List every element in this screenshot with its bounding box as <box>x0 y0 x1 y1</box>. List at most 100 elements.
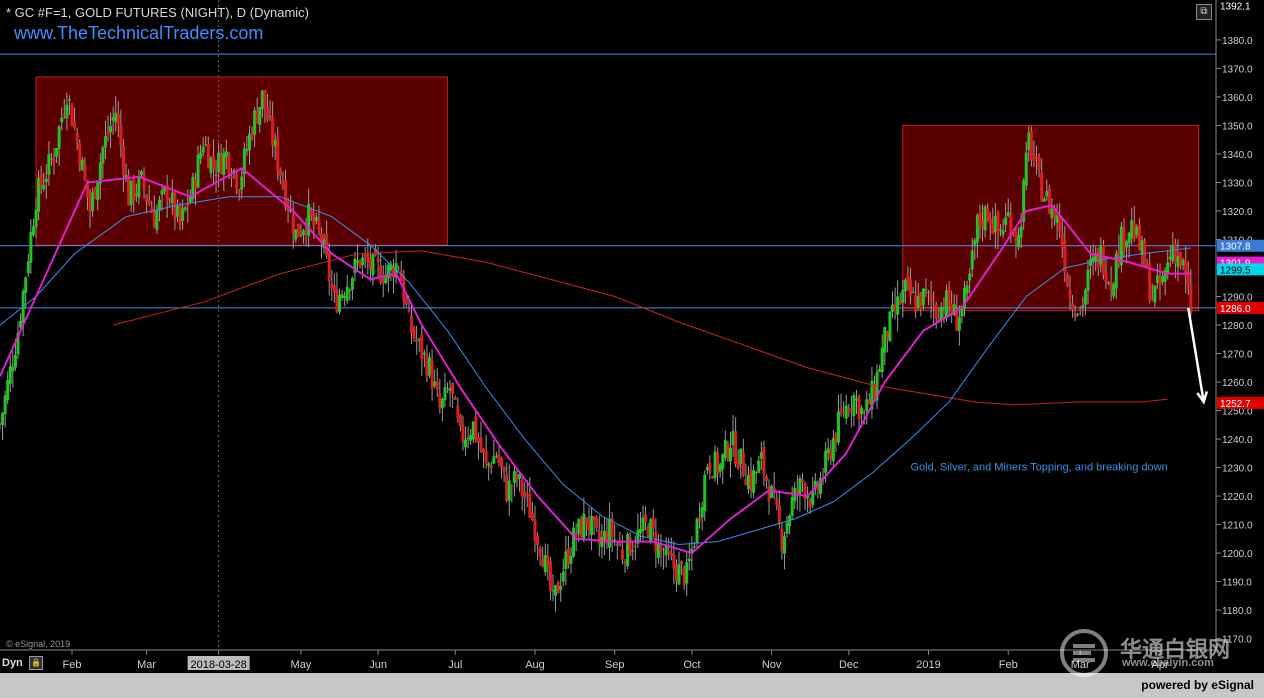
candle-body <box>1122 227 1126 250</box>
candle-body <box>934 304 938 319</box>
candle-body <box>896 296 900 315</box>
candle-body <box>304 229 308 234</box>
candle-body <box>754 472 758 474</box>
candle-body <box>1091 256 1095 262</box>
candle-body <box>466 437 470 440</box>
candle-body <box>348 289 352 291</box>
candle-body <box>680 561 684 565</box>
website-label[interactable]: www.TheTechnicalTraders.com <box>14 23 263 44</box>
candle-body <box>945 290 949 319</box>
candle-body <box>983 206 987 231</box>
candle-body <box>515 474 519 481</box>
candle-body <box>584 517 588 525</box>
restore-window-icon[interactable]: ⧉ <box>1196 4 1212 20</box>
candle-body <box>181 208 185 221</box>
candle-body <box>1019 226 1023 238</box>
candle-body <box>170 192 174 203</box>
x-tick-label: Mar <box>137 659 156 671</box>
candle-body <box>325 233 329 256</box>
y-tick-label: 1380.0 <box>1222 36 1253 47</box>
candle-body <box>397 267 401 269</box>
candle-body <box>193 178 197 189</box>
candle-body <box>608 518 612 548</box>
candle-body <box>759 452 763 459</box>
candle-body <box>543 554 547 573</box>
candle-body <box>96 182 100 201</box>
candle-body <box>211 155 215 171</box>
candle-body <box>592 516 596 521</box>
candle-body <box>103 136 107 148</box>
candle-body <box>91 192 95 211</box>
candle-body <box>1140 239 1144 256</box>
candle-body <box>49 158 53 160</box>
price-chart: Gold, Silver, and Miners Topping, and br… <box>0 0 1264 673</box>
candle-body <box>173 191 177 218</box>
candle-body <box>250 133 254 137</box>
candle-body <box>767 486 771 502</box>
candle-body <box>294 229 298 240</box>
candle-body <box>566 548 570 565</box>
candle-body <box>199 152 203 159</box>
candle-body <box>1137 225 1141 250</box>
candle-body <box>196 154 200 188</box>
lock-icon[interactable]: 🔒 <box>29 656 43 670</box>
candle-body <box>700 506 704 518</box>
candle-body <box>1071 303 1075 310</box>
candle-body <box>924 289 928 291</box>
candle-body <box>605 532 609 545</box>
candle-body <box>1104 272 1108 283</box>
candle-body <box>24 277 28 293</box>
candle-body <box>620 549 624 560</box>
candle-body <box>237 190 241 194</box>
candle-body <box>842 411 846 415</box>
candle-body <box>106 130 110 135</box>
candle-body <box>561 571 565 582</box>
candle-body <box>523 492 527 499</box>
candle-body <box>476 437 480 443</box>
candle-body <box>57 126 61 149</box>
candle-body <box>433 381 437 387</box>
candle-body <box>590 515 594 535</box>
candle-body <box>1168 256 1172 259</box>
candle-body <box>469 435 473 441</box>
candle-body <box>1027 132 1031 150</box>
candle-body <box>70 104 74 126</box>
candle-body <box>456 405 460 418</box>
candle-body <box>361 257 365 265</box>
candle-body <box>317 219 321 230</box>
price-label-5: 1252.7 <box>1220 399 1251 410</box>
candle-body <box>775 498 779 506</box>
candle-body <box>152 209 156 228</box>
candle-body <box>52 159 56 163</box>
candle-body <box>780 528 784 552</box>
candle-body <box>502 466 506 472</box>
candle-body <box>307 203 311 236</box>
candle-body <box>656 542 660 558</box>
candle-body <box>834 433 838 442</box>
candle-body <box>554 585 558 596</box>
candle-body <box>415 339 419 342</box>
candle-body <box>996 212 1000 234</box>
candle-body <box>667 550 671 554</box>
candle-body <box>296 223 300 237</box>
candle-body <box>1096 248 1100 268</box>
candle-body <box>73 121 77 128</box>
candle-body <box>343 296 347 298</box>
candle-body <box>903 280 907 292</box>
candle-body <box>6 379 10 401</box>
candle-body <box>921 288 925 306</box>
y-tick-label: 1350.0 <box>1222 121 1253 132</box>
candle-body <box>757 460 761 473</box>
candle-body <box>453 397 457 400</box>
watermark-url: www.ebaiyin.com <box>1122 657 1214 669</box>
candle-body <box>548 561 552 591</box>
candle-body <box>736 460 740 469</box>
candle-body <box>808 499 812 508</box>
candle-body <box>487 463 491 466</box>
candle-body <box>78 143 82 167</box>
candle-body <box>1112 284 1116 297</box>
dynamic-mode-button[interactable]: Dyn <box>2 657 23 669</box>
candle-body <box>988 218 992 225</box>
candle-body <box>109 126 113 133</box>
candle-body <box>1055 215 1059 224</box>
